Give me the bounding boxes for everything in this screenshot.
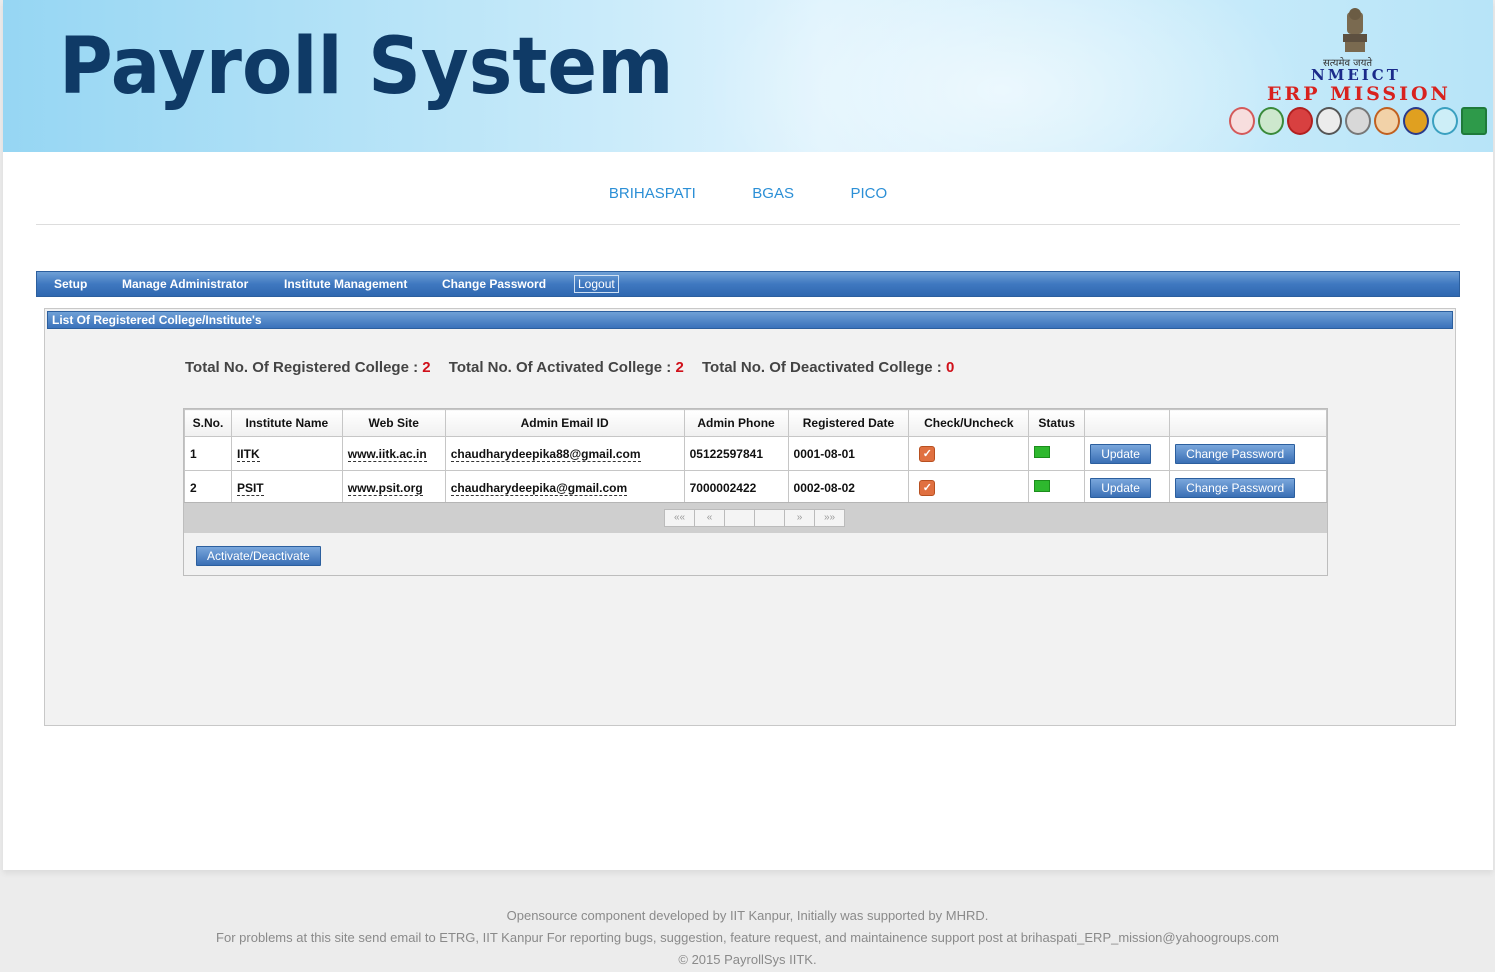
- row-checkbox[interactable]: ✓: [919, 445, 936, 462]
- table-header-row: S.No. Institute Name Web Site Admin Emai…: [184, 409, 1327, 437]
- next-page-button[interactable]: »: [785, 510, 815, 526]
- column-header: [1169, 409, 1327, 437]
- cell-check: ✓: [908, 470, 1030, 505]
- first-page-button[interactable]: ««: [665, 510, 695, 526]
- footer: Opensource component developed by IIT Ka…: [0, 905, 1495, 971]
- cell-registered-date: 0001-08-01: [787, 436, 910, 471]
- last-page-button[interactable]: »»: [815, 510, 844, 526]
- activated-count-value: 2: [675, 359, 684, 376]
- prev-page-button[interactable]: «: [695, 510, 725, 526]
- email-link[interactable]: chaudharydeepika88@gmail.com: [450, 446, 641, 462]
- column-header[interactable]: Registered Date: [787, 409, 910, 437]
- menu-item-setup[interactable]: Setup: [54, 277, 87, 291]
- seal-icon: [1403, 107, 1429, 135]
- deactivated-count-value: 0: [945, 359, 955, 376]
- college-stats: Total No. Of Registered College : 2 Tota…: [185, 359, 968, 376]
- institution-seals: [1229, 107, 1487, 135]
- app-title: Payroll System: [59, 22, 674, 112]
- cell-email[interactable]: chaudharydeepika88@gmail.com: [444, 436, 685, 471]
- nav-link-bgas[interactable]: BGAS: [752, 185, 794, 202]
- seal-icon: [1258, 107, 1284, 135]
- column-header[interactable]: Admin Phone: [683, 409, 789, 437]
- table-row: 2 PSIT www.psit.org chaudharydeepika@gma…: [184, 470, 1327, 505]
- menu-item-institute-management[interactable]: Institute Management: [284, 277, 407, 291]
- cell-institute-name[interactable]: IITK: [230, 436, 343, 471]
- cell-website[interactable]: www.iitk.ac.in: [341, 436, 446, 471]
- cell-sno: 1: [184, 436, 232, 471]
- seal-icon: [1316, 107, 1342, 135]
- footer-credit: Opensource component developed by IIT Ka…: [506, 908, 989, 923]
- change-password-button[interactable]: Change Password: [1175, 477, 1296, 498]
- erp-mission-logo-text: ERP MISSION: [1267, 83, 1451, 105]
- pagination-bar: «« « » »»: [184, 502, 1327, 533]
- colleges-grid: S.No. Institute Name Web Site Admin Emai…: [183, 408, 1328, 576]
- institute-name-link[interactable]: PSIT: [236, 480, 264, 496]
- page-number-slot[interactable]: [725, 510, 755, 526]
- cell-check: ✓: [908, 436, 1030, 471]
- column-header[interactable]: S.No.: [184, 409, 232, 437]
- row-checkbox[interactable]: ✓: [919, 479, 936, 496]
- registered-count-label: Total No. Of Registered College :: [185, 359, 419, 376]
- colleges-table: S.No. Institute Name Web Site Admin Emai…: [184, 409, 1327, 505]
- change-password-button[interactable]: Change Password: [1175, 443, 1296, 464]
- registered-count-value: 2: [422, 359, 431, 376]
- top-navigation: BRIHASPATI BGAS PICO: [3, 185, 1493, 203]
- nav-link-pico[interactable]: PICO: [850, 185, 887, 202]
- institute-name-link[interactable]: IITK: [236, 446, 260, 462]
- cell-registered-date: 0002-08-02: [787, 470, 910, 505]
- status-active-indicator: [1034, 446, 1051, 458]
- pagination-controls: «« « » »»: [664, 509, 845, 527]
- cell-email[interactable]: chaudharydeepika@gmail.com: [444, 470, 685, 505]
- website-link[interactable]: www.iitk.ac.in: [347, 446, 427, 462]
- panel-title: List Of Registered College/Institute's: [47, 311, 1453, 329]
- cell-institute-name[interactable]: PSIT: [230, 470, 343, 505]
- header-banner: Payroll System सत्यमेव जयते NMEICT ERP M…: [3, 0, 1493, 152]
- nmeict-logo-text: NMEICT: [1311, 66, 1401, 84]
- column-header[interactable]: Admin Email ID: [444, 409, 685, 437]
- seal-icon: [1432, 107, 1458, 135]
- divider: [36, 224, 1460, 225]
- table-row: 1 IITK www.iitk.ac.in chaudharydeepika88…: [184, 436, 1327, 471]
- activated-count-label: Total No. Of Activated College :: [448, 359, 672, 376]
- column-header[interactable]: Check/Uncheck: [908, 409, 1030, 437]
- cell-update: Update: [1084, 470, 1171, 505]
- page-number-slot[interactable]: [755, 510, 785, 526]
- update-button[interactable]: Update: [1090, 443, 1151, 464]
- menu-item-manage-administrator[interactable]: Manage Administrator: [122, 277, 248, 291]
- menu-item-change-password[interactable]: Change Password: [442, 277, 546, 291]
- logout-button[interactable]: Logout: [574, 275, 619, 293]
- cell-status: [1028, 470, 1086, 505]
- cell-phone: 7000002422: [683, 470, 789, 505]
- main-menu-bar: Setup Manage Administrator Institute Man…: [36, 271, 1460, 297]
- seal-icon: [1229, 107, 1255, 135]
- cell-change-password: Change Password: [1169, 436, 1327, 471]
- footer-copyright: © 2015 PayrollSys IITK.: [678, 952, 817, 967]
- cell-website[interactable]: www.psit.org: [341, 470, 446, 505]
- cell-change-password: Change Password: [1169, 470, 1327, 505]
- column-header[interactable]: Status: [1028, 409, 1086, 437]
- national-emblem-icon: [1343, 8, 1367, 52]
- registered-colleges-panel: List Of Registered College/Institute's T…: [44, 308, 1456, 726]
- nav-link-brihaspati[interactable]: BRIHASPATI: [609, 185, 696, 202]
- cell-sno: 2: [184, 470, 232, 505]
- email-link[interactable]: chaudharydeepika@gmail.com: [450, 480, 628, 496]
- cell-update: Update: [1084, 436, 1171, 471]
- seal-icon: [1287, 107, 1313, 135]
- seal-icon: [1461, 107, 1487, 135]
- website-link[interactable]: www.psit.org: [347, 480, 423, 496]
- status-active-indicator: [1034, 480, 1051, 492]
- page-container: Payroll System सत्यमेव जयते NMEICT ERP M…: [3, 0, 1493, 870]
- update-button[interactable]: Update: [1090, 477, 1151, 498]
- seal-icon: [1374, 107, 1400, 135]
- deactivated-count-label: Total No. Of Deactivated College :: [702, 359, 942, 376]
- cell-status: [1028, 436, 1086, 471]
- footer-support: For problems at this site send email to …: [216, 930, 1279, 945]
- cell-phone: 05122597841: [683, 436, 789, 471]
- column-header: [1084, 409, 1171, 437]
- banner-decoration: [703, 0, 1303, 152]
- seal-icon: [1345, 107, 1371, 135]
- column-header[interactable]: Web Site: [341, 409, 446, 437]
- column-header[interactable]: Institute Name: [230, 409, 343, 437]
- activate-deactivate-button[interactable]: Activate/Deactivate: [196, 546, 321, 566]
